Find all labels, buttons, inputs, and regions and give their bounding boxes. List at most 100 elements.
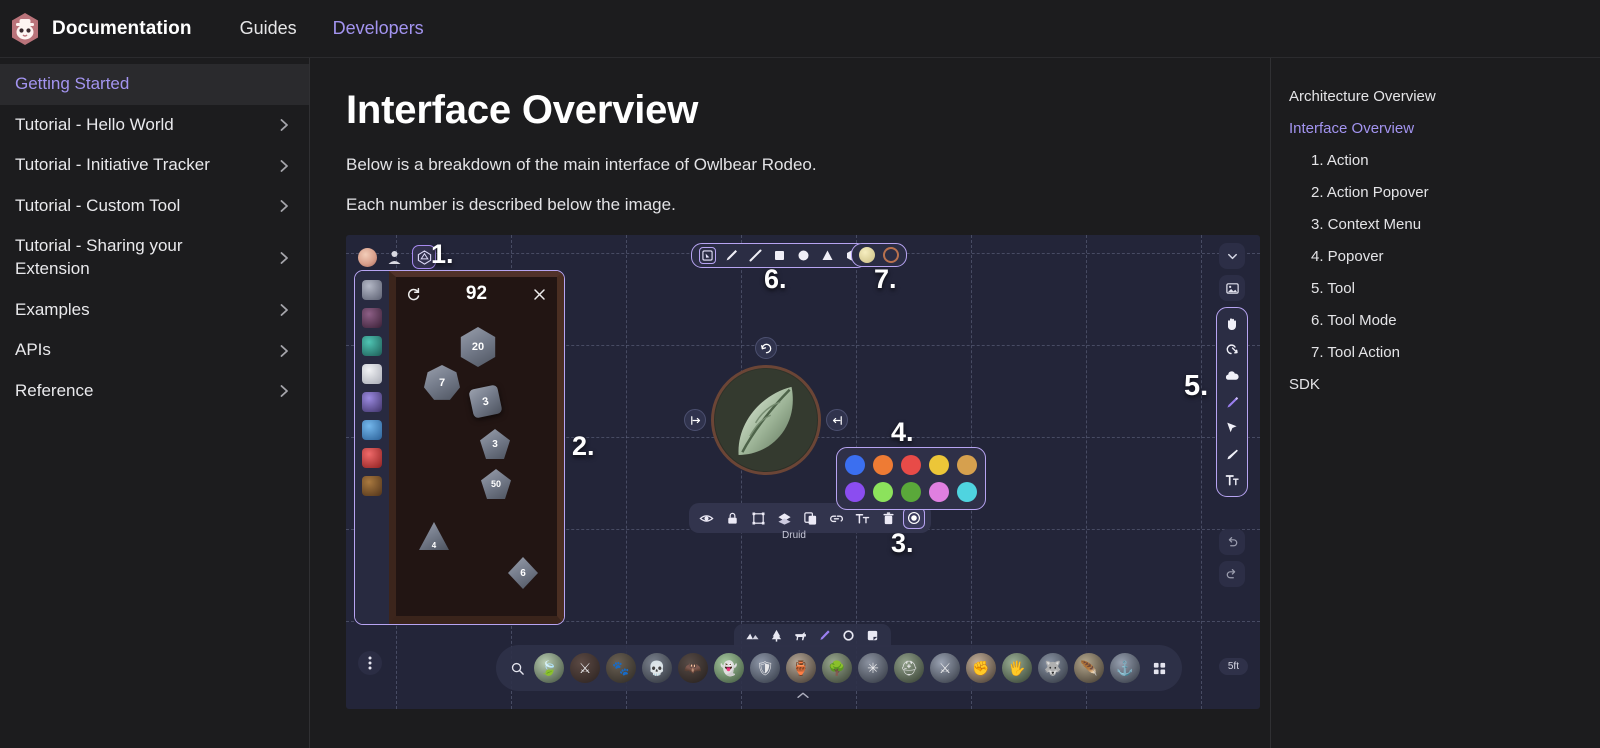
- ghost-token[interactable]: 👻: [714, 653, 744, 683]
- note-tab-icon[interactable]: [865, 628, 880, 643]
- bounds-icon[interactable]: [747, 507, 769, 529]
- toc-item-tool-action[interactable]: 7. Tool Action: [1289, 344, 1600, 361]
- crossed-swords-token[interactable]: ⚔: [930, 653, 960, 683]
- helm-token[interactable]: ⛑: [894, 653, 924, 683]
- layer-icon[interactable]: [773, 507, 795, 529]
- stroke-style-icon[interactable]: [883, 247, 899, 263]
- toc-item-context-menu[interactable]: 3. Context Menu: [1289, 216, 1600, 233]
- dice-style-ruby[interactable]: [362, 448, 382, 468]
- color-swatch-yellow[interactable]: [929, 455, 949, 475]
- fog-tool-icon[interactable]: [1220, 364, 1244, 388]
- text-tool-icon[interactable]: [1220, 468, 1244, 492]
- rotate-icon[interactable]: [755, 337, 777, 359]
- anchor-token[interactable]: ⚓: [1110, 653, 1140, 683]
- fist-token[interactable]: ✊: [966, 653, 996, 683]
- close-icon[interactable]: [532, 287, 547, 302]
- pointer-tool-icon[interactable]: [1220, 416, 1244, 440]
- expand-caret-icon[interactable]: [796, 687, 811, 705]
- shield-token[interactable]: 🛡: [750, 653, 780, 683]
- token-image-druid[interactable]: [711, 365, 821, 475]
- tree-token[interactable]: 🌳: [822, 653, 852, 683]
- search-icon[interactable]: [506, 661, 528, 676]
- duplicate-icon[interactable]: [799, 507, 821, 529]
- eraser-tool-icon[interactable]: [1220, 442, 1244, 466]
- dice-style-galaxy[interactable]: [362, 280, 382, 300]
- color-swatch-green[interactable]: [901, 482, 921, 502]
- redo-icon[interactable]: [1219, 561, 1245, 587]
- sidebar-item-hello-world[interactable]: Tutorial - Hello World: [0, 105, 309, 146]
- circle-mode-icon[interactable]: [795, 247, 812, 264]
- toc-item-tool[interactable]: 5. Tool: [1289, 280, 1600, 297]
- color-swatch-blue[interactable]: [845, 455, 865, 475]
- sidebar-item-examples[interactable]: Examples: [0, 290, 309, 331]
- dice-style-walnut[interactable]: [362, 476, 382, 496]
- sidebar-item-getting-started[interactable]: Getting Started: [0, 64, 309, 105]
- lock-icon[interactable]: [721, 507, 743, 529]
- sidebar-item-apis[interactable]: APIs: [0, 330, 309, 371]
- sidebar-item-reference[interactable]: Reference: [0, 371, 309, 412]
- sidebar-item-initiative-tracker[interactable]: Tutorial - Initiative Tracker: [0, 145, 309, 186]
- wolf-token[interactable]: 🐺: [1038, 653, 1068, 683]
- link-icon[interactable]: [825, 507, 847, 529]
- image-tool-icon[interactable]: [1219, 275, 1245, 301]
- brush-mode-icon[interactable]: [723, 247, 740, 264]
- leaf-token[interactable]: 🍃: [534, 653, 564, 683]
- reroll-icon[interactable]: [406, 287, 421, 302]
- triangle-mode-icon[interactable]: [819, 247, 836, 264]
- nav-link-developers[interactable]: Developers: [333, 18, 424, 39]
- nav-link-guides[interactable]: Guides: [240, 18, 297, 39]
- delete-icon[interactable]: [877, 507, 899, 529]
- select-mode-icon[interactable]: [699, 247, 716, 264]
- action-popover-dice[interactable]: 92 20 7 3 3 50 4 6: [354, 270, 565, 625]
- toc-item-action-popover[interactable]: 2. Action Popover: [1289, 184, 1600, 201]
- fill-style-icon[interactable]: [859, 247, 875, 263]
- toc-item-interface-overview[interactable]: Interface Overview: [1289, 120, 1600, 137]
- pan-tool-icon[interactable]: [1220, 312, 1244, 336]
- toc-item-sdk[interactable]: SDK: [1289, 376, 1600, 393]
- measure-tool-icon[interactable]: [1220, 338, 1244, 362]
- toc-item-action[interactable]: 1. Action: [1289, 152, 1600, 169]
- more-options-icon[interactable]: [358, 651, 382, 675]
- beast-token[interactable]: 🐾: [606, 653, 636, 683]
- color-swatch-orange[interactable]: [873, 455, 893, 475]
- toc-item-tool-mode[interactable]: 6. Tool Mode: [1289, 312, 1600, 329]
- sidebar-item-custom-tool[interactable]: Tutorial - Custom Tool: [0, 186, 309, 227]
- sword-token[interactable]: ⚔: [570, 653, 600, 683]
- dice-style-jade[interactable]: [362, 336, 382, 356]
- dice-style-glacier[interactable]: [362, 420, 382, 440]
- tree-tab-icon[interactable]: [769, 628, 784, 643]
- draw-tool-icon[interactable]: [1220, 390, 1244, 414]
- person-icon[interactable]: [386, 249, 403, 266]
- color-swatch-red[interactable]: [901, 455, 921, 475]
- color-ring-icon[interactable]: [903, 507, 925, 529]
- toc-item-architecture-overview[interactable]: Architecture Overview: [1289, 88, 1600, 105]
- line-mode-icon[interactable]: [747, 247, 764, 264]
- brand[interactable]: Documentation: [10, 12, 192, 46]
- toc-item-popover[interactable]: 4. Popover: [1289, 248, 1600, 265]
- color-swatch-pink[interactable]: [929, 482, 949, 502]
- feather-token[interactable]: 🪶: [1074, 653, 1104, 683]
- color-swatch-purple[interactable]: [845, 482, 865, 502]
- resize-right-icon[interactable]: [826, 409, 848, 431]
- color-swatch-light-green[interactable]: [873, 482, 893, 502]
- rectangle-mode-icon[interactable]: [771, 247, 788, 264]
- sidebar-item-sharing-your-extension[interactable]: Tutorial - Sharing your Extension: [0, 226, 309, 289]
- user-avatar-icon[interactable]: [358, 247, 377, 267]
- popover-color-picker[interactable]: [836, 447, 986, 510]
- collapse-chevron-icon[interactable]: [1219, 243, 1245, 269]
- skull-token[interactable]: 💀: [642, 653, 672, 683]
- dice-style-marble[interactable]: [362, 364, 382, 384]
- pot-token[interactable]: 🏺: [786, 653, 816, 683]
- resize-left-icon[interactable]: [684, 409, 706, 431]
- undo-icon[interactable]: [1219, 529, 1245, 555]
- prop-tab-icon[interactable]: [817, 628, 832, 643]
- compass-token[interactable]: ✳: [858, 653, 888, 683]
- color-swatch-cyan[interactable]: [957, 482, 977, 502]
- shape-tab-icon[interactable]: [841, 628, 856, 643]
- selected-token[interactable]: [684, 337, 848, 475]
- grid-view-icon[interactable]: [1146, 661, 1172, 676]
- bat-token[interactable]: 🦇: [678, 653, 708, 683]
- text-icon[interactable]: [851, 507, 873, 529]
- terrain-tab-icon[interactable]: [745, 628, 760, 643]
- dice-style-nebula[interactable]: [362, 308, 382, 328]
